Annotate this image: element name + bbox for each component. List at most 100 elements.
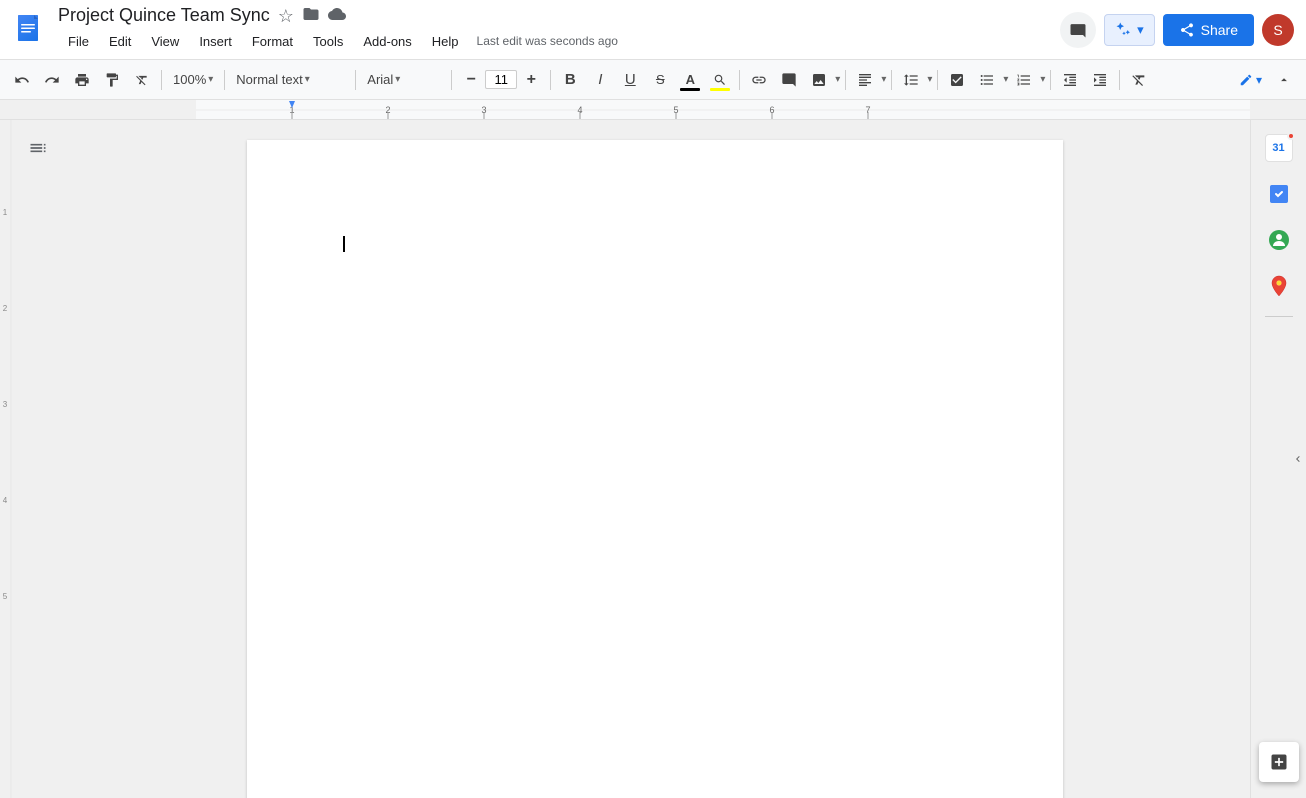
title-bar: Project Quince Team Sync ☆ File Edit Vie… bbox=[0, 0, 1306, 60]
editing-label: ▾ bbox=[1256, 73, 1262, 87]
menu-view[interactable]: View bbox=[141, 28, 189, 55]
menu-help[interactable]: Help bbox=[422, 28, 469, 55]
highlight-color-button[interactable] bbox=[706, 66, 734, 94]
numbered-dropdown-arrow[interactable]: ▾ bbox=[1040, 74, 1045, 85]
toolbar: 100% ▾ Normal text ▾ Arial ▾ − 11 + B I … bbox=[0, 60, 1306, 100]
font-dropdown[interactable]: Arial ▾ bbox=[361, 66, 446, 94]
numbered-list-button[interactable] bbox=[1010, 66, 1038, 94]
underline-button[interactable]: U bbox=[616, 66, 644, 94]
ruler-container: 1 2 3 4 5 6 7 bbox=[0, 100, 1306, 120]
right-sidebar-divider bbox=[1265, 316, 1293, 317]
google-maps-button[interactable] bbox=[1259, 266, 1299, 306]
editing-mode-button[interactable]: ▾ bbox=[1233, 66, 1268, 94]
divider-8 bbox=[891, 70, 892, 90]
left-ruler: 1 2 3 4 5 bbox=[0, 120, 12, 798]
insert-comment-button[interactable] bbox=[775, 66, 803, 94]
bold-button[interactable]: B bbox=[556, 66, 584, 94]
svg-text:2: 2 bbox=[3, 304, 8, 313]
line-spacing-button[interactable] bbox=[897, 66, 925, 94]
document-page[interactable] bbox=[247, 140, 1063, 798]
align-dropdown-arrow[interactable]: ▾ bbox=[881, 74, 886, 85]
comment-button[interactable] bbox=[1060, 12, 1096, 48]
menu-bar: File Edit View Insert Format Tools Add-o… bbox=[58, 28, 1060, 55]
divider-3 bbox=[355, 70, 356, 90]
italic-button[interactable]: I bbox=[586, 66, 614, 94]
menu-tools[interactable]: Tools bbox=[303, 28, 353, 55]
style-value: Normal text bbox=[236, 72, 302, 87]
google-tasks-button[interactable] bbox=[1259, 174, 1299, 214]
main-layout: 1 2 3 4 5 31 bbox=[0, 120, 1306, 798]
increase-indent-button[interactable] bbox=[1086, 66, 1114, 94]
outline-button[interactable] bbox=[22, 132, 54, 164]
cloud-icon[interactable] bbox=[328, 5, 346, 28]
ruler-right-pad bbox=[1250, 100, 1306, 119]
font-size-input[interactable]: 11 bbox=[485, 70, 517, 89]
google-calendar-button[interactable]: 31 bbox=[1259, 128, 1299, 168]
undo-button[interactable] bbox=[8, 66, 36, 94]
strikethrough-button[interactable]: S bbox=[646, 66, 674, 94]
align-button[interactable] bbox=[851, 66, 879, 94]
zoom-chevron-icon: ▾ bbox=[208, 74, 213, 85]
calendar-date: 31 bbox=[1272, 142, 1284, 154]
checklist-button[interactable] bbox=[943, 66, 971, 94]
divider-2 bbox=[224, 70, 225, 90]
link-button[interactable] bbox=[745, 66, 773, 94]
share-label: Share bbox=[1201, 22, 1238, 38]
zoom-dropdown[interactable]: 100% ▾ bbox=[167, 66, 219, 94]
divider-10 bbox=[1050, 70, 1051, 90]
divider-7 bbox=[845, 70, 846, 90]
menu-insert[interactable]: Insert bbox=[189, 28, 242, 55]
redo-button[interactable] bbox=[38, 66, 66, 94]
bullet-dropdown-arrow[interactable]: ▾ bbox=[1003, 74, 1008, 85]
magic-edit-button[interactable]: ▾ bbox=[1104, 14, 1155, 46]
expand-panel-button[interactable] bbox=[1290, 435, 1306, 483]
clear-format-small-button[interactable] bbox=[128, 66, 156, 94]
svg-text:1: 1 bbox=[3, 208, 8, 217]
decrease-font-button[interactable]: − bbox=[457, 66, 485, 94]
font-chevron-icon: ▾ bbox=[395, 74, 400, 85]
doc-area[interactable] bbox=[60, 120, 1250, 798]
google-contacts-button[interactable] bbox=[1259, 220, 1299, 260]
doc-icon bbox=[12, 12, 48, 48]
last-edit: Last edit was seconds ago bbox=[477, 34, 618, 48]
doc-title[interactable]: Project Quince Team Sync bbox=[58, 5, 270, 27]
share-button[interactable]: Share bbox=[1163, 14, 1254, 46]
folder-icon[interactable] bbox=[302, 5, 320, 28]
bullet-list-button[interactable] bbox=[973, 66, 1001, 94]
zoom-value: 100% bbox=[173, 72, 206, 87]
decrease-indent-button[interactable] bbox=[1056, 66, 1084, 94]
clear-all-format-button[interactable] bbox=[1125, 66, 1153, 94]
image-dropdown-arrow[interactable]: ▾ bbox=[835, 74, 840, 85]
font-value: Arial bbox=[367, 72, 393, 87]
title-area: Project Quince Team Sync ☆ File Edit Vie… bbox=[58, 5, 1060, 55]
style-chevron-icon: ▾ bbox=[305, 74, 310, 85]
divider-11 bbox=[1119, 70, 1120, 90]
print-button[interactable] bbox=[68, 66, 96, 94]
insert-image-button[interactable] bbox=[805, 66, 833, 94]
star-icon[interactable]: ☆ bbox=[278, 6, 294, 27]
text-color-button[interactable]: A bbox=[676, 66, 704, 94]
left-sidebar: 1 2 3 4 5 bbox=[0, 120, 60, 798]
right-controls: ▾ Share S bbox=[1060, 12, 1294, 48]
highlight-color-bar bbox=[710, 88, 730, 91]
divider-1 bbox=[161, 70, 162, 90]
calendar-notification-dot bbox=[1287, 132, 1295, 140]
format-paint-button[interactable] bbox=[98, 66, 126, 94]
menu-format[interactable]: Format bbox=[242, 28, 303, 55]
divider-9 bbox=[937, 70, 938, 90]
menu-edit[interactable]: Edit bbox=[99, 28, 141, 55]
font-size-area: − 11 + bbox=[457, 66, 545, 94]
menu-file[interactable]: File bbox=[58, 28, 99, 55]
collapse-toolbar-button[interactable] bbox=[1270, 66, 1298, 94]
text-color-bar bbox=[680, 88, 700, 91]
text-cursor bbox=[343, 236, 345, 252]
user-avatar[interactable]: S bbox=[1262, 14, 1294, 46]
svg-text:3: 3 bbox=[3, 400, 8, 409]
divider-6 bbox=[739, 70, 740, 90]
increase-font-button[interactable]: + bbox=[517, 66, 545, 94]
line-spacing-dropdown-arrow[interactable]: ▾ bbox=[927, 74, 932, 85]
style-dropdown[interactable]: Normal text ▾ bbox=[230, 66, 350, 94]
magic-edit-label: ▾ bbox=[1137, 22, 1144, 38]
menu-addons[interactable]: Add-ons bbox=[353, 28, 421, 55]
floating-add-button[interactable] bbox=[1259, 742, 1299, 782]
